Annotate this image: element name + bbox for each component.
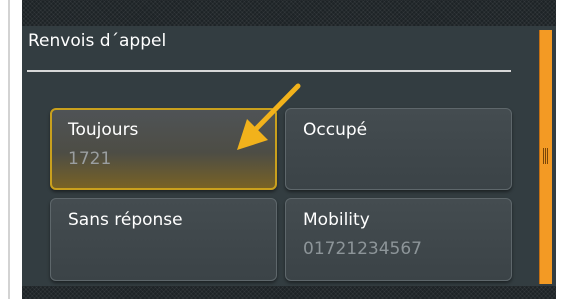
scrollbar[interactable] <box>539 30 552 284</box>
header-strip <box>22 0 556 26</box>
forward-mobility-label: Mobility <box>303 210 370 230</box>
arrow-pointer-icon <box>237 83 301 150</box>
footer-strip <box>22 286 556 299</box>
left-divider <box>8 0 10 299</box>
panel-title: Renvois d´appel <box>28 31 167 51</box>
forward-always-number: 1721 <box>68 149 112 169</box>
forward-busy-button[interactable]: Occupé <box>285 108 512 190</box>
grip-lines-icon[interactable] <box>543 148 548 164</box>
forward-no-answer-label: Sans réponse <box>68 210 183 230</box>
forward-mobility-button[interactable]: Mobility 01721234567 <box>285 198 512 281</box>
title-divider <box>27 70 511 72</box>
forward-busy-label: Occupé <box>303 120 368 140</box>
forward-mobility-number: 01721234567 <box>303 239 422 259</box>
forward-no-answer-button[interactable]: Sans réponse <box>50 198 277 281</box>
forward-always-label: Toujours <box>68 120 139 140</box>
